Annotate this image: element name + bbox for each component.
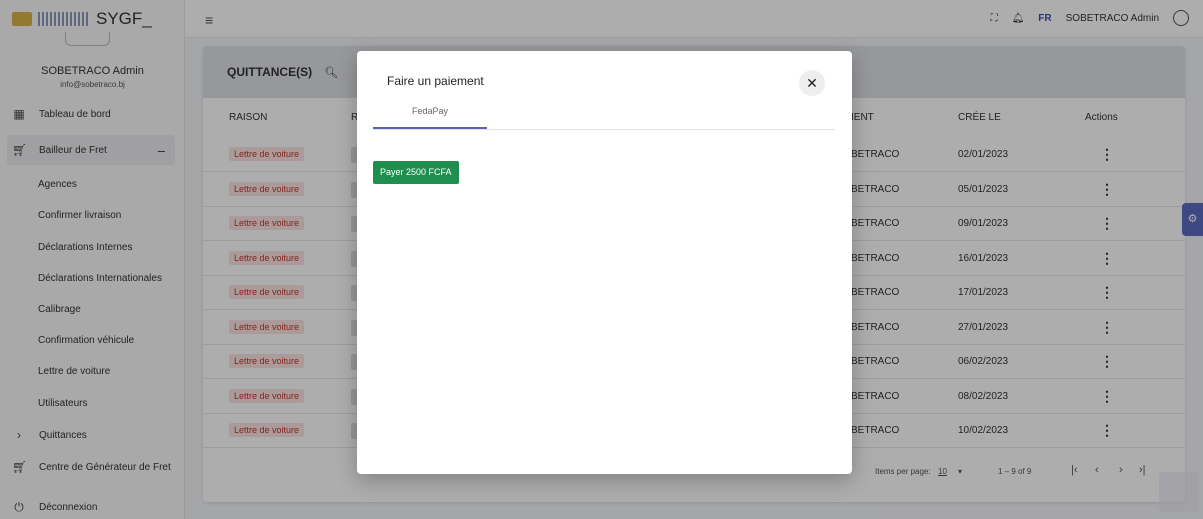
- close-icon[interactable]: ✕: [799, 70, 825, 96]
- tab-divider: [373, 129, 835, 130]
- dialog-title: Faire un paiement: [387, 74, 484, 88]
- tab-label: FedaPay: [411, 106, 449, 116]
- payment-dialog: Faire un paiement ✕ FedaPay Payer 2500 F…: [357, 51, 852, 474]
- pay-button[interactable]: Payer 2500 FCFA: [373, 161, 459, 184]
- tab-fedapay[interactable]: FedaPay: [373, 103, 487, 129]
